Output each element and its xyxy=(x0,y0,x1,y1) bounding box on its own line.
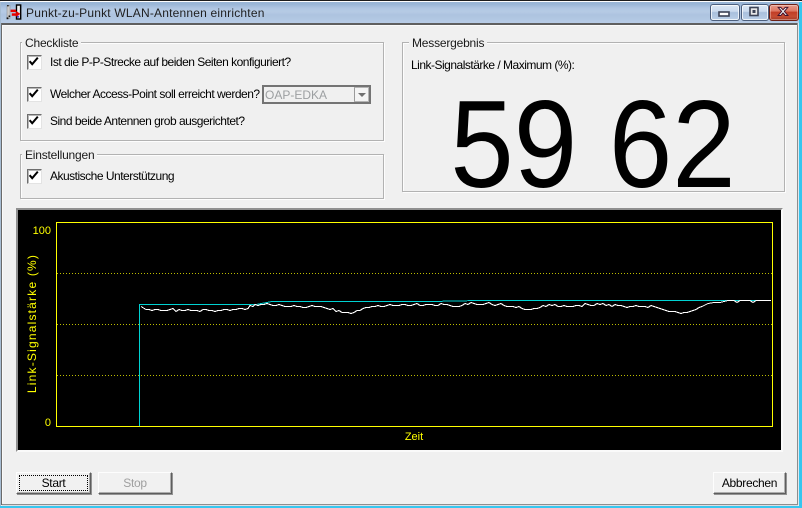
svg-text:0: 0 xyxy=(45,417,51,429)
svg-text:Zeit: Zeit xyxy=(405,431,423,443)
svg-text:100: 100 xyxy=(33,225,51,237)
svg-text:Link-Signalstärke (%): Link-Signalstärke (%) xyxy=(25,254,39,393)
